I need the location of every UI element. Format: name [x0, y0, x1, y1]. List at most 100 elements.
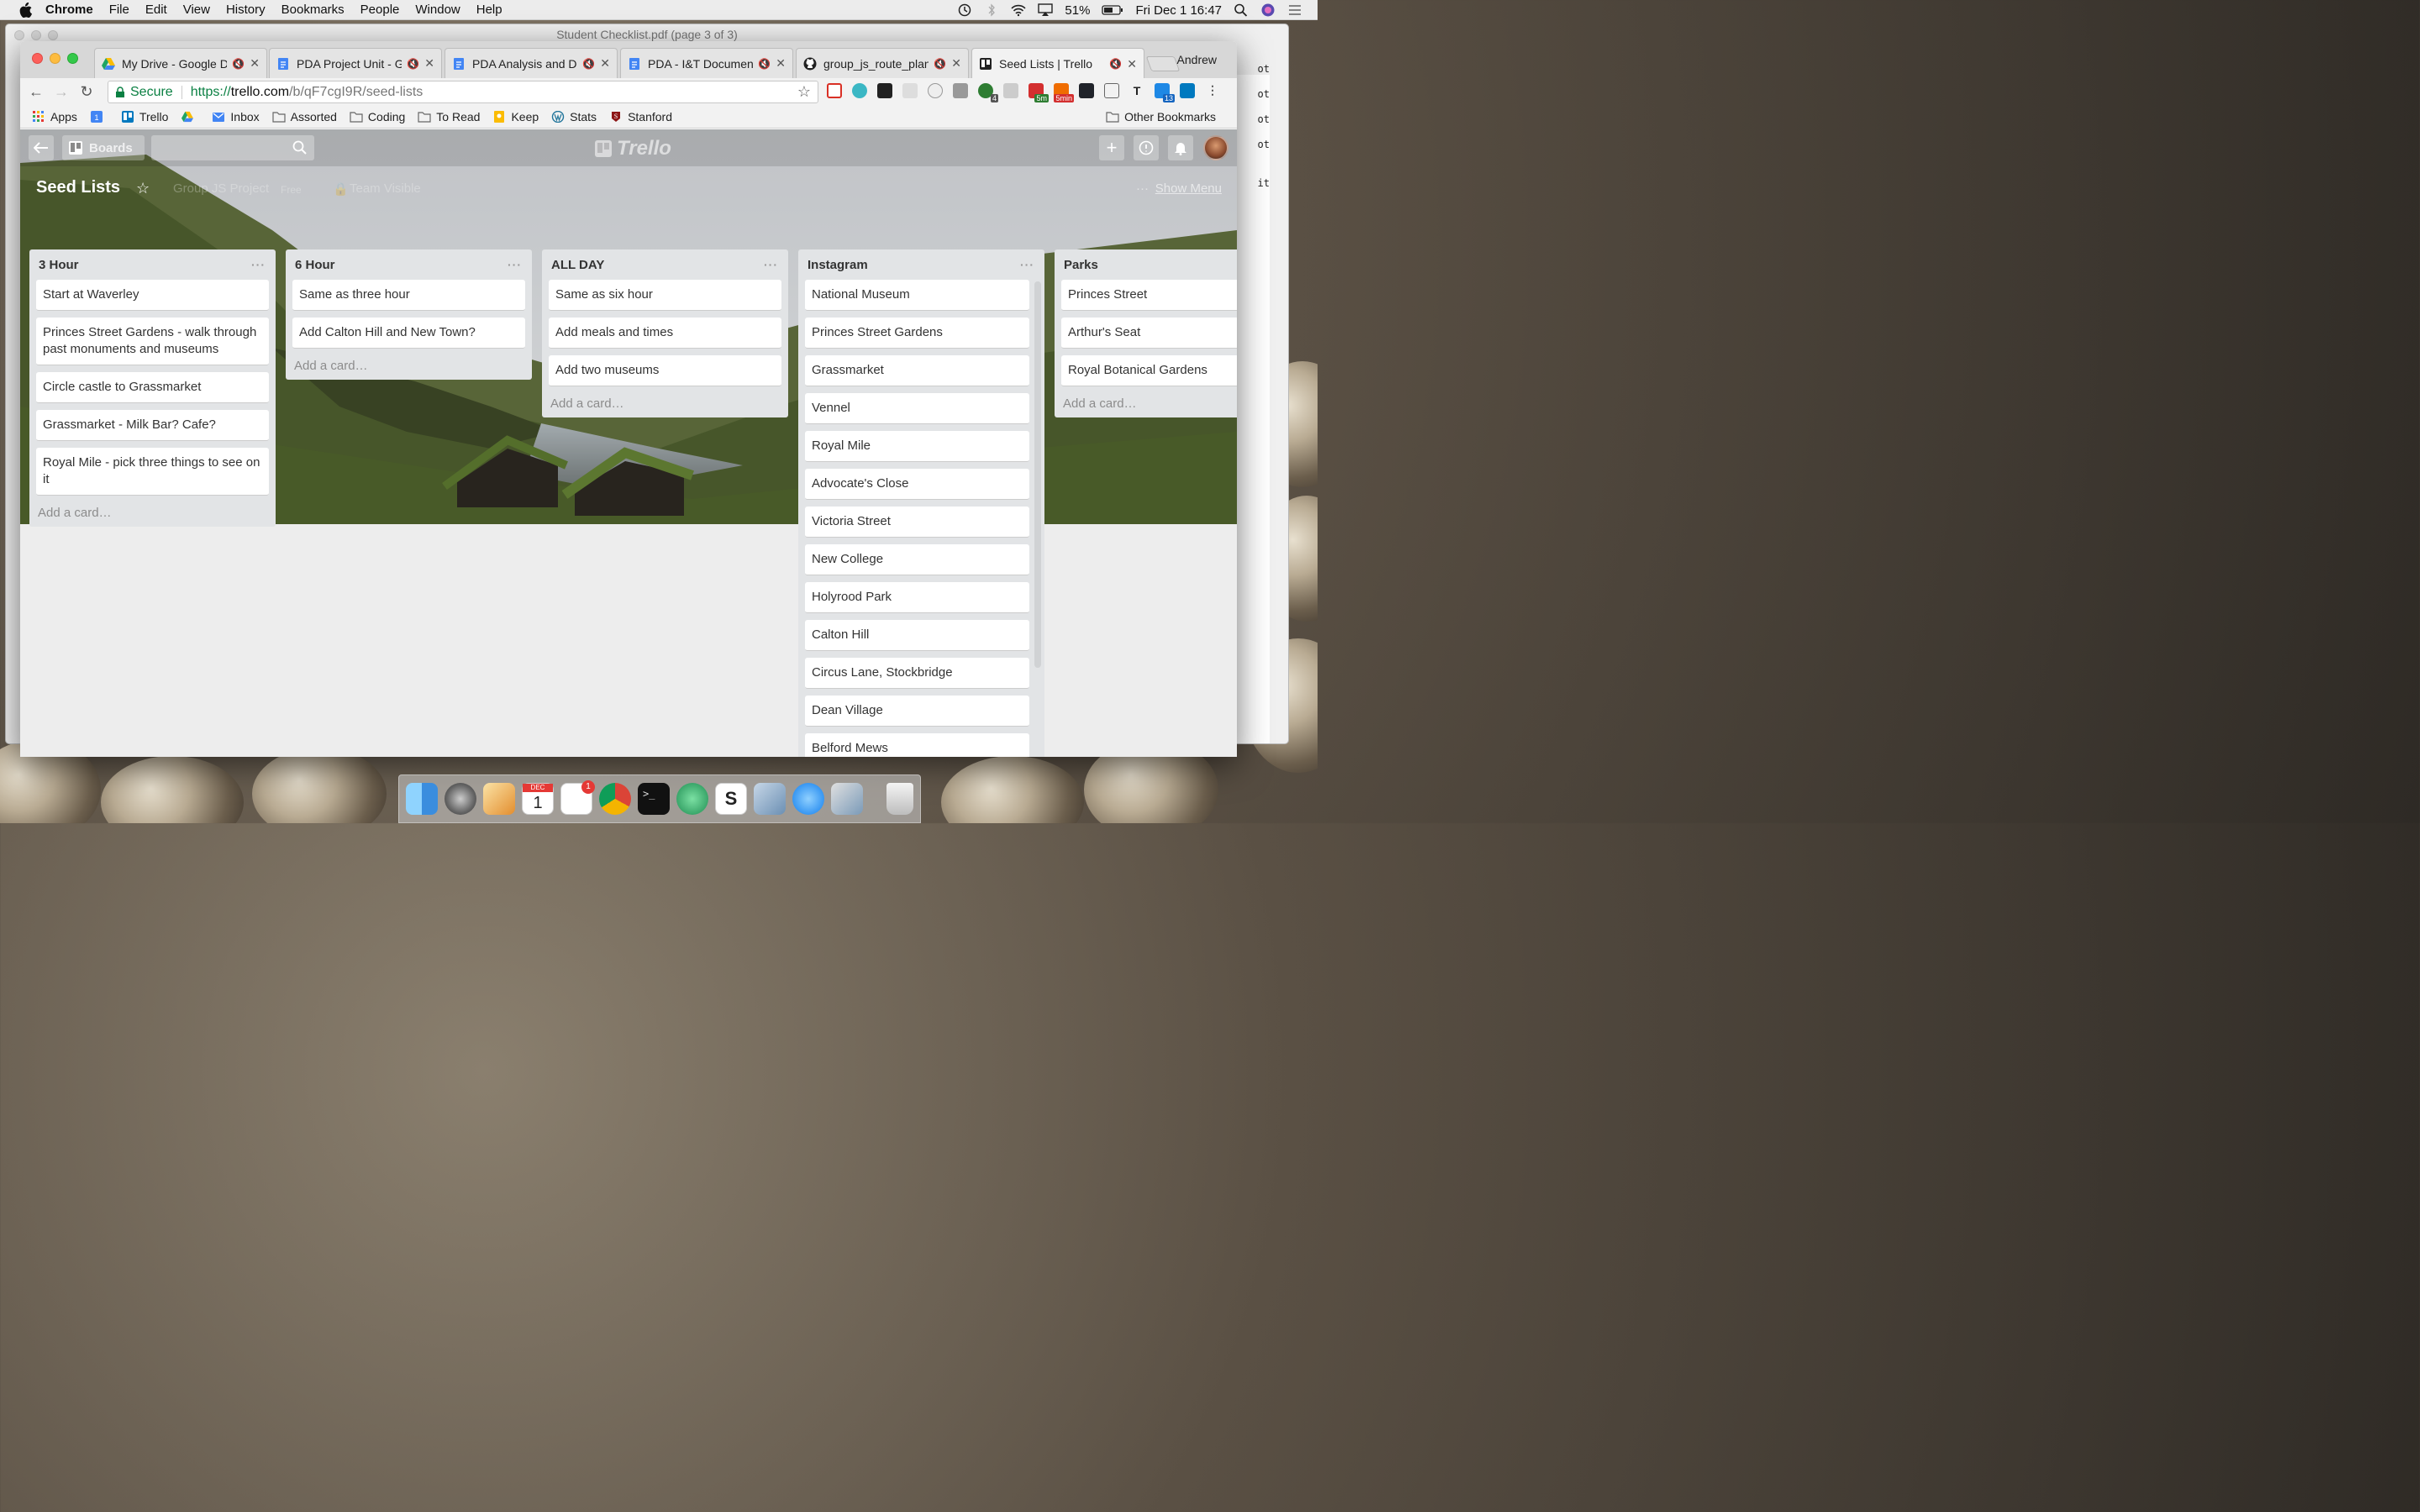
messages-icon[interactable] — [792, 783, 824, 815]
add-card-button[interactable]: Add a card… — [292, 355, 525, 373]
card[interactable]: Belford Mews — [805, 733, 1029, 757]
card[interactable]: Dean Village — [805, 696, 1029, 727]
list-title[interactable]: 3 Hour — [39, 258, 79, 272]
close-tab-icon[interactable]: ✕ — [424, 56, 434, 71]
add-card-button[interactable]: Add a card… — [1061, 393, 1237, 411]
card[interactable]: Princes Street — [1061, 280, 1237, 311]
page-extension-icon[interactable] — [902, 83, 918, 98]
bookmark-other-bookmarks[interactable]: Other Bookmarks — [1106, 110, 1216, 123]
card[interactable]: Royal Mile — [805, 431, 1029, 462]
close-tab-icon[interactable]: ✕ — [250, 56, 260, 71]
list-title[interactable]: ALL DAY — [551, 258, 604, 272]
card[interactable]: Grassmarket — [805, 355, 1029, 386]
close-tab-icon[interactable]: ✕ — [776, 56, 786, 71]
wifi-icon[interactable] — [1011, 3, 1027, 17]
card[interactable]: Add Calton Hill and New Town? — [292, 318, 525, 349]
shield-extension-icon[interactable] — [1003, 83, 1018, 98]
finder-icon[interactable] — [406, 783, 438, 815]
card[interactable]: Grassmarket - Milk Bar? Cafe? — [36, 410, 269, 441]
card[interactable]: New College — [805, 544, 1029, 575]
tab-seed-lists-trello[interactable]: Seed Lists | Trello 🔇 ✕ — [971, 48, 1144, 79]
chrome-menu-icon[interactable]: ⋮ — [1205, 83, 1220, 98]
show-menu-dots-icon[interactable]: ··· — [1136, 181, 1149, 196]
volume-extension-icon[interactable] — [1104, 83, 1119, 98]
add-card-button[interactable]: Add a card… — [36, 502, 269, 520]
card[interactable]: Add meals and times — [549, 318, 781, 349]
bookmark-keep[interactable]: Keep — [492, 110, 539, 123]
mercury-extension-icon[interactable] — [852, 83, 867, 98]
list-menu-icon[interactable]: ··· — [1020, 258, 1034, 271]
card[interactable]: Princes Street Gardens - walk through pa… — [36, 318, 269, 365]
airplay-icon[interactable] — [1038, 3, 1054, 17]
card[interactable]: Arthur's Seat — [1061, 318, 1237, 349]
checker-extension-icon[interactable]: 4 — [978, 83, 998, 102]
bluetooth-icon[interactable] — [984, 3, 999, 17]
card[interactable]: Same as six hour — [549, 280, 781, 311]
close-tab-icon[interactable]: ✕ — [1127, 57, 1137, 71]
card[interactable]: Circle castle to Grassmarket — [36, 372, 269, 403]
back-to-home-button[interactable] — [29, 135, 54, 160]
bookmark-folder-assorted[interactable]: Assorted — [272, 110, 337, 123]
minimize-window-button[interactable] — [50, 53, 60, 64]
tab-pda-project-unit[interactable]: PDA Project Unit - Go 🔇 ✕ — [269, 48, 442, 78]
pomodoro-extension-icon[interactable]: 5min — [1054, 83, 1074, 102]
card[interactable]: Holyrood Park — [805, 582, 1029, 613]
bookmark-folder-coding[interactable]: Coding — [350, 110, 405, 123]
list-title[interactable]: Parks — [1064, 258, 1098, 272]
bookmark-inbox[interactable]: Inbox — [212, 110, 260, 123]
muted-speaker-icon[interactable]: 🔇 — [232, 58, 245, 70]
card[interactable]: Advocate's Close — [805, 469, 1029, 500]
card[interactable]: Circus Lane, Stockbridge — [805, 658, 1029, 689]
muted-speaker-icon[interactable]: 🔇 — [934, 58, 946, 70]
preview-icon[interactable] — [754, 783, 786, 815]
menu-file[interactable]: File — [109, 3, 129, 17]
close-window-button[interactable] — [32, 53, 43, 64]
board-visibility[interactable]: Team Visible — [350, 181, 421, 196]
bookmark-folder-to-read[interactable]: To Read — [418, 110, 480, 123]
board-search-input[interactable] — [151, 135, 314, 160]
muted-speaker-icon[interactable]: 🔇 — [1109, 58, 1122, 70]
text-extension-icon[interactable]: T — [1129, 83, 1144, 98]
board-team[interactable]: Group JS Project — [173, 181, 269, 196]
create-plus-button[interactable]: + — [1099, 135, 1124, 160]
calendar-extension-icon[interactable]: 13 — [1155, 83, 1175, 102]
menu-help[interactable]: Help — [476, 3, 502, 17]
atom-icon[interactable] — [676, 783, 708, 815]
list-menu-icon[interactable]: ··· — [251, 258, 266, 271]
card[interactable]: National Museum — [805, 280, 1029, 311]
forward-arrow-icon[interactable]: → — [49, 83, 74, 101]
menu-bookmarks[interactable]: Bookmarks — [281, 3, 345, 17]
profile-name[interactable]: Andrew — [1177, 53, 1217, 66]
show-menu-link[interactable]: Show Menu — [1155, 181, 1222, 196]
buffer-extension-icon[interactable] — [877, 83, 892, 98]
card[interactable]: Same as three hour — [292, 280, 525, 311]
bookmark-apps[interactable]: Apps — [32, 110, 77, 123]
menubar-clock[interactable]: Fri Dec 1 16:47 — [1135, 3, 1222, 18]
spotlight-search-icon[interactable] — [1234, 3, 1249, 17]
menu-window[interactable]: Window — [415, 3, 460, 17]
back-arrow-icon[interactable]: ← — [24, 83, 49, 101]
card[interactable]: Royal Botanical Gardens — [1061, 355, 1237, 386]
react-extension-icon[interactable] — [1079, 83, 1094, 98]
battery-icon[interactable] — [1102, 3, 1123, 17]
list-title[interactable]: 6 Hour — [295, 258, 335, 272]
bookmark-google-drive[interactable] — [181, 111, 199, 123]
new-tab-button[interactable] — [1145, 56, 1181, 71]
reload-icon[interactable]: ↻ — [74, 83, 99, 101]
menu-edit[interactable]: Edit — [145, 3, 167, 17]
system-preferences-icon[interactable] — [445, 783, 476, 815]
zoom-window-button[interactable] — [67, 53, 78, 64]
notifications-button[interactable] — [1168, 135, 1193, 160]
card[interactable]: Add two museums — [549, 355, 781, 386]
notification-center-icon[interactable] — [1287, 3, 1302, 17]
menu-view[interactable]: View — [183, 3, 210, 17]
menu-history[interactable]: History — [226, 3, 266, 17]
list-menu-icon[interactable]: ··· — [508, 258, 522, 271]
tab-github-repo[interactable]: group_js_route_plann 🔇 ✕ — [796, 48, 969, 78]
w-extension-icon[interactable] — [953, 83, 968, 98]
address-bar[interactable]: Secure https:// trello.com /b/qF7cgI9R/s… — [108, 81, 818, 103]
star-board-icon[interactable]: ☆ — [136, 180, 150, 197]
close-tab-icon[interactable]: ✕ — [600, 56, 610, 71]
info-button[interactable] — [1134, 135, 1159, 160]
pages-icon[interactable] — [483, 783, 515, 815]
